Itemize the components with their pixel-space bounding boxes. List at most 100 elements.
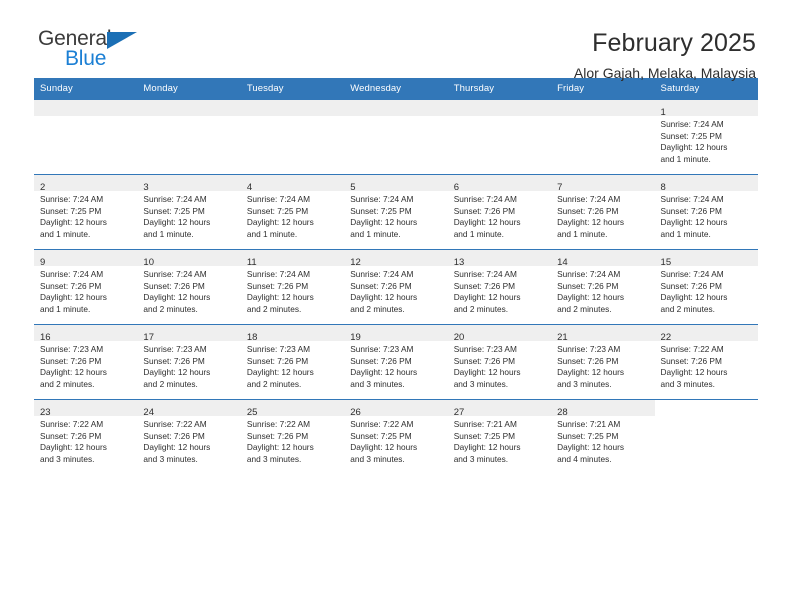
daylight-text-line1: Daylight: 12 hours [557, 292, 624, 303]
calendar-day-cell[interactable]: 20 Sunrise: 7:23 AM Sunset: 7:26 PM Dayligh… [447, 324, 552, 400]
daylight-text-line1: Daylight: 12 hours [40, 442, 107, 453]
day-number: 19 [350, 332, 361, 343]
day-number: 12 [350, 257, 361, 268]
day-details: Sunrise: 7:24 AM Sunset: 7:25 PM Daylight:… [241, 191, 344, 240]
calendar-day-cell[interactable]: 5 Sunrise: 7:24 AM Sunset: 7:25 PM Daylight… [344, 174, 448, 250]
calendar-day-cell[interactable]: 11 Sunrise: 7:24 AM Sunset: 7:26 PM Dayligh… [240, 249, 345, 325]
sunrise-text: Sunrise: 7:21 AM [557, 419, 621, 429]
daylight-text-line2: and 2 minutes. [557, 303, 612, 314]
calendar-day-cell[interactable]: 9 Sunrise: 7:24 AM Sunset: 7:26 PM Daylight… [34, 249, 138, 325]
sunrise-text: Sunrise: 7:23 AM [557, 344, 621, 354]
day-number: 21 [557, 332, 568, 343]
day-number-strip: 22 [654, 325, 758, 343]
day-number-strip: 5 [344, 175, 448, 193]
calendar-day-cell[interactable]: 27 Sunrise: 7:21 AM Sunset: 7:25 PM Dayligh… [447, 399, 552, 474]
day-number-strip: 6 [447, 175, 552, 193]
sunrise-text: Sunrise: 7:23 AM [143, 344, 207, 354]
calendar-day-cell[interactable]: 19 Sunrise: 7:23 AM Sunset: 7:26 PM Dayligh… [344, 324, 448, 400]
daylight-text-line1: Daylight: 12 hours [453, 442, 521, 453]
page-title: February 2025 [592, 29, 756, 57]
weekday-header-tuesday: Tuesday [240, 78, 345, 100]
day-details: Sunrise: 7:24 AM Sunset: 7:26 PM Daylight:… [551, 266, 654, 315]
calendar-week-row: 16 Sunrise: 7:23 AM Sunset: 7:26 PM Dayligh… [34, 324, 758, 400]
day-number: 1 [660, 107, 666, 118]
calendar-week-row: 1 Sunrise: 7:24 AM Sunset: 7:25 PM Daylight… [34, 99, 758, 175]
sunrise-text: Sunrise: 7:24 AM [143, 194, 207, 204]
calendar-body: 1 Sunrise: 7:24 AM Sunset: 7:25 PM Daylight… [34, 99, 758, 474]
day-details: Sunrise: 7:22 AM Sunset: 7:26 PM Daylight:… [241, 416, 344, 465]
calendar-day-cell[interactable]: 14 Sunrise: 7:24 AM Sunset: 7:26 PM Dayligh… [551, 249, 655, 325]
calendar-day-cell[interactable]: 18 Sunrise: 7:23 AM Sunset: 7:26 PM Dayligh… [240, 324, 345, 400]
day-number-strip [34, 100, 138, 116]
calendar-day-cell[interactable]: 6 Sunrise: 7:24 AM Sunset: 7:26 PM Daylight… [447, 174, 552, 250]
sunset-text: Sunset: 7:25 PM [350, 205, 412, 216]
day-details: Sunrise: 7:24 AM Sunset: 7:26 PM Daylight:… [448, 191, 551, 240]
sunrise-text: Sunrise: 7:24 AM [453, 269, 517, 279]
day-number-strip: 25 [240, 400, 345, 418]
day-details: Sunrise: 7:24 AM Sunset: 7:26 PM Daylight:… [34, 266, 137, 315]
calendar-day-cell[interactable]: 2 Sunrise: 7:24 AM Sunset: 7:25 PM Daylight… [34, 174, 138, 250]
sunset-text: Sunset: 7:26 PM [143, 280, 205, 291]
calendar-day-cell-empty [654, 399, 758, 474]
calendar-day-cell[interactable]: 10 Sunrise: 7:24 AM Sunset: 7:26 PM Dayligh… [137, 249, 241, 325]
sunset-text: Sunset: 7:26 PM [246, 280, 309, 291]
daylight-text-line2: and 1 minute. [143, 228, 194, 239]
calendar-day-cell[interactable]: 1 Sunrise: 7:24 AM Sunset: 7:25 PM Daylight… [654, 99, 758, 175]
sunset-text: Sunset: 7:26 PM [40, 355, 102, 366]
day-number-strip: 13 [447, 250, 552, 268]
daylight-text-line2: and 1 minute. [557, 228, 608, 239]
daylight-text-line2: and 1 minute. [246, 228, 298, 239]
calendar-day-cell[interactable]: 21 Sunrise: 7:23 AM Sunset: 7:26 PM Dayligh… [551, 324, 655, 400]
daylight-text-line2: and 2 minutes. [143, 378, 198, 389]
sunrise-text: Sunrise: 7:21 AM [453, 419, 517, 429]
day-number-strip: 4 [240, 175, 345, 193]
title-block: February 2025 Alor Gajah, Melaka, Malays… [574, 28, 758, 84]
calendar-day-cell[interactable]: 4 Sunrise: 7:24 AM Sunset: 7:25 PM Daylight… [240, 174, 345, 250]
calendar-day-cell[interactable]: 25 Sunrise: 7:22 AM Sunset: 7:26 PM Dayligh… [240, 399, 345, 474]
brand-logo[interactable]: General Blue [34, 28, 168, 76]
sunrise-text: Sunrise: 7:22 AM [143, 419, 207, 429]
sunset-text: Sunset: 7:26 PM [40, 430, 102, 441]
sunset-text: Sunset: 7:26 PM [453, 355, 516, 366]
calendar-day-cell[interactable]: 22 Sunrise: 7:22 AM Sunset: 7:26 PM Dayligh… [654, 324, 758, 400]
day-number-strip [240, 100, 345, 116]
daylight-text-line2: and 1 minute. [660, 228, 711, 239]
day-number-strip: 28 [551, 400, 655, 418]
daylight-text-line1: Daylight: 12 hours [557, 217, 624, 228]
day-number-strip: 12 [344, 250, 448, 268]
calendar-day-cell[interactable]: 28 Sunrise: 7:21 AM Sunset: 7:25 PM Dayligh… [551, 399, 655, 474]
calendar-day-cell[interactable]: 17 Sunrise: 7:23 AM Sunset: 7:26 PM Dayligh… [137, 324, 241, 400]
sunset-text: Sunset: 7:25 PM [350, 430, 412, 441]
daylight-text-line1: Daylight: 12 hours [660, 142, 728, 153]
daylight-text-line2: and 2 minutes. [453, 303, 509, 314]
daylight-text-line1: Daylight: 12 hours [453, 367, 521, 378]
day-number: 23 [40, 407, 51, 418]
calendar-day-cell[interactable]: 8 Sunrise: 7:24 AM Sunset: 7:26 PM Daylight… [654, 174, 758, 250]
calendar-day-cell[interactable]: 3 Sunrise: 7:24 AM Sunset: 7:25 PM Daylight… [137, 174, 241, 250]
calendar-day-cell[interactable]: 13 Sunrise: 7:24 AM Sunset: 7:26 PM Dayligh… [447, 249, 552, 325]
weekday-header-sunday: Sunday [34, 78, 138, 100]
page-header: General Blue February 2025 Alor Gajah, M… [34, 0, 758, 82]
calendar-day-cell[interactable]: 24 Sunrise: 7:22 AM Sunset: 7:26 PM Dayligh… [137, 399, 241, 474]
calendar-day-cell[interactable]: 12 Sunrise: 7:24 AM Sunset: 7:26 PM Dayligh… [344, 249, 448, 325]
calendar-day-cell[interactable]: 26 Sunrise: 7:22 AM Sunset: 7:25 PM Dayligh… [344, 399, 448, 474]
calendar-day-cell[interactable]: 16 Sunrise: 7:23 AM Sunset: 7:26 PM Dayligh… [34, 324, 138, 400]
day-number-strip: 20 [447, 325, 552, 343]
daylight-text-line2: and 1 minute. [453, 228, 504, 239]
calendar-day-cell-empty [240, 99, 345, 175]
sunset-text: Sunset: 7:25 PM [660, 130, 722, 141]
daylight-text-line1: Daylight: 12 hours [40, 367, 107, 378]
sunrise-text: Sunrise: 7:23 AM [453, 344, 517, 354]
calendar-day-cell[interactable]: 15 Sunrise: 7:24 AM Sunset: 7:26 PM Dayligh… [654, 249, 758, 325]
day-number: 15 [660, 257, 672, 268]
calendar-day-cell[interactable]: 7 Sunrise: 7:24 AM Sunset: 7:26 PM Daylight… [551, 174, 655, 250]
daylight-text-line2: and 1 minute. [40, 303, 91, 314]
sunrise-text: Sunrise: 7:24 AM [660, 269, 724, 279]
daylight-text-line1: Daylight: 12 hours [350, 217, 418, 228]
calendar-day-cell[interactable]: 23 Sunrise: 7:22 AM Sunset: 7:26 PM Dayligh… [34, 399, 138, 474]
sunset-text: Sunset: 7:26 PM [557, 355, 619, 366]
day-number-strip: 9 [34, 250, 138, 268]
daylight-text-line2: and 2 minutes. [350, 303, 405, 314]
sunset-text: Sunset: 7:26 PM [143, 430, 205, 441]
sunset-text: Sunset: 7:25 PM [246, 205, 309, 216]
